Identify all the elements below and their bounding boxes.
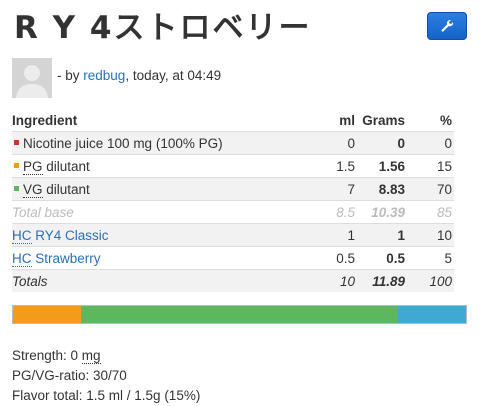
totals-row: Totals 10 11.89 100 xyxy=(12,269,454,292)
avatar[interactable] xyxy=(12,58,52,98)
totals-label: Totals xyxy=(12,269,302,292)
grams-value: 11.89 xyxy=(357,269,407,292)
percent-value: 70 xyxy=(407,177,454,201)
ml-value: 7 xyxy=(302,177,357,201)
strength-unit: mg xyxy=(81,348,101,364)
bar-segment-flavor xyxy=(398,306,466,323)
vg-abbr: VG xyxy=(23,181,43,198)
ingredient-header: Ingredient xyxy=(12,112,78,128)
ingredient-name: dilutant xyxy=(42,181,90,197)
manufacturer-abbr: HC xyxy=(12,250,32,267)
bar-segment-pg xyxy=(13,306,81,323)
flavor-total-text: Flavor total: 1.5 ml / 1.5g (15%) xyxy=(12,388,201,403)
grams-header: Grams xyxy=(362,112,405,128)
percent-header: % xyxy=(439,112,452,128)
total-base-label: Total base xyxy=(12,200,302,224)
grams-value: 1 xyxy=(357,223,407,247)
byline-date: , today, at 04:49 xyxy=(125,68,222,83)
byline: - by redbug, today, at 04:49 xyxy=(57,68,221,83)
ingredient-name: dilutant xyxy=(42,158,90,174)
ratio-text: PG/VG-ratio: 30/70 xyxy=(12,368,127,383)
total-base-row: Total base 8.5 10.39 85 xyxy=(12,200,454,224)
table-row-vg: VG dilutant 7 8.83 70 xyxy=(12,177,454,201)
grams-value: 0 xyxy=(357,131,407,155)
flavor-name: RY4 Classic xyxy=(31,227,109,243)
table-row-flavor: HC RY4 Classic 1 1 10 xyxy=(12,223,454,247)
ml-value: 1.5 xyxy=(302,154,357,178)
flavor-link-strawberry[interactable]: HC Strawberry xyxy=(12,250,101,267)
percent-value: 5 xyxy=(407,246,454,270)
strength-text: Strength: 0 mg xyxy=(12,346,200,366)
vg-color-swatch xyxy=(14,186,19,192)
composition-bar xyxy=(12,305,467,324)
ml-value: 8.5 xyxy=(302,200,357,224)
byline-prefix: - by xyxy=(57,68,84,83)
bar-segment-vg xyxy=(80,306,399,323)
table-row-pg: PG dilutant 1.5 1.56 15 xyxy=(12,154,454,178)
wrench-icon xyxy=(441,19,454,32)
author-link[interactable]: redbug xyxy=(83,68,125,83)
percent-value: 15 xyxy=(407,154,454,178)
percent-value: 85 xyxy=(407,200,454,224)
edit-recipe-button[interactable] xyxy=(427,12,467,40)
recipe-stats: Strength: 0 mg PG/VG-ratio: 30/70 Flavor… xyxy=(12,346,200,406)
grams-value: 8.83 xyxy=(357,177,407,201)
pg-color-swatch xyxy=(14,163,19,169)
grams-value: 1.56 xyxy=(357,154,407,178)
table-row-nicotine: Nicotine juice 100 mg (100% PG) 0 0 0 xyxy=(12,131,454,155)
manufacturer-abbr: HC xyxy=(12,227,32,244)
grams-value: 0.5 xyxy=(357,246,407,270)
ingredients-table: Ingredient ml Grams % Nicotine juice 100… xyxy=(12,109,454,292)
recipe-title: R Y 4ストロベリー xyxy=(14,10,312,46)
flavor-name: Strawberry xyxy=(31,250,101,266)
ml-value: 0.5 xyxy=(302,246,357,270)
table-header-row: Ingredient ml Grams % xyxy=(12,109,454,132)
ml-value: 1 xyxy=(302,223,357,247)
percent-value: 0 xyxy=(407,131,454,155)
ingredient-name: Nicotine juice 100 mg (100% PG) xyxy=(23,135,223,151)
nicotine-color-swatch xyxy=(14,140,19,146)
strength-label: Strength: 0 xyxy=(12,348,82,363)
ml-header: ml xyxy=(339,112,355,128)
flavor-link-ry4-classic[interactable]: HC RY4 Classic xyxy=(12,227,109,244)
ml-value: 0 xyxy=(302,131,357,155)
pg-abbr: PG xyxy=(23,158,43,175)
percent-value: 10 xyxy=(407,223,454,247)
ml-value: 10 xyxy=(302,269,357,292)
percent-value: 100 xyxy=(407,269,454,292)
table-row-flavor: HC Strawberry 0.5 0.5 5 xyxy=(12,246,454,270)
grams-value: 10.39 xyxy=(357,200,407,224)
user-avatar-icon xyxy=(12,58,52,98)
